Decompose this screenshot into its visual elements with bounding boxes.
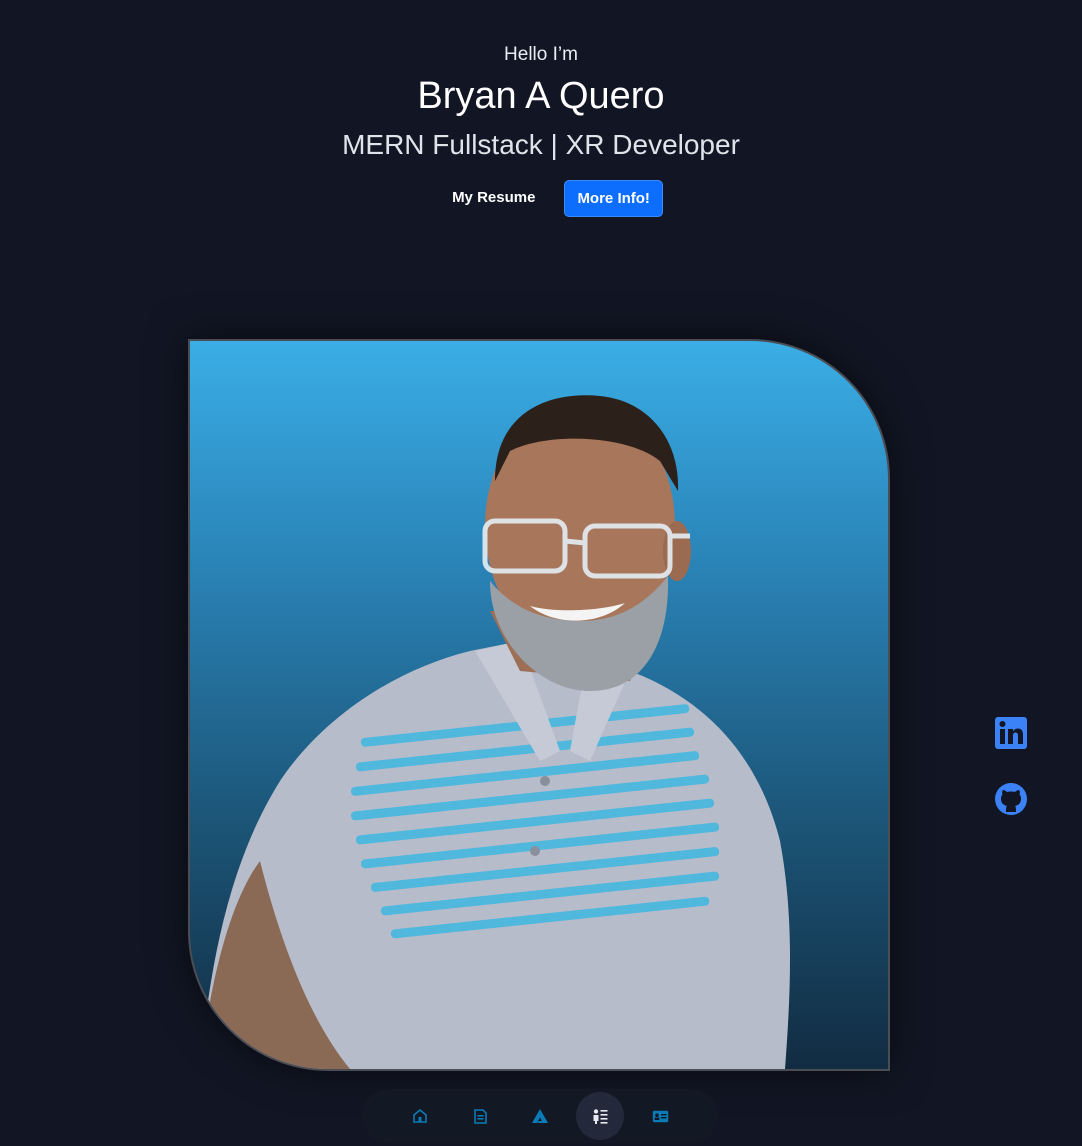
linkedin-link[interactable] [994, 716, 1028, 750]
profile-list-icon [593, 1109, 608, 1124]
portrait-photo [200, 395, 790, 1069]
portrait-frame [188, 339, 890, 1071]
id-card-icon [652, 1110, 668, 1122]
cta-buttons: My Resume More Info! [0, 179, 1082, 217]
more-info-button[interactable]: More Info! [564, 179, 663, 217]
github-icon [995, 783, 1027, 815]
nav-resume[interactable] [456, 1092, 504, 1140]
nav-skills[interactable] [516, 1092, 564, 1140]
social-links [994, 716, 1028, 848]
github-link[interactable] [994, 782, 1028, 816]
greeting-text: Hello I’m [504, 44, 578, 65]
home-icon [413, 1109, 427, 1123]
triangle-logo-icon [531, 1109, 548, 1123]
bottom-nav [362, 1089, 718, 1143]
nav-home[interactable] [396, 1092, 444, 1140]
nav-about[interactable] [576, 1092, 624, 1140]
nav-contact[interactable] [636, 1092, 684, 1140]
role-subtitle: MERN Fullstack | XR Developer [342, 129, 740, 160]
page-title: Bryan A Quero [417, 75, 665, 117]
document-icon [473, 1108, 487, 1124]
resume-button[interactable]: My Resume [437, 180, 550, 216]
linkedin-icon [995, 717, 1027, 749]
